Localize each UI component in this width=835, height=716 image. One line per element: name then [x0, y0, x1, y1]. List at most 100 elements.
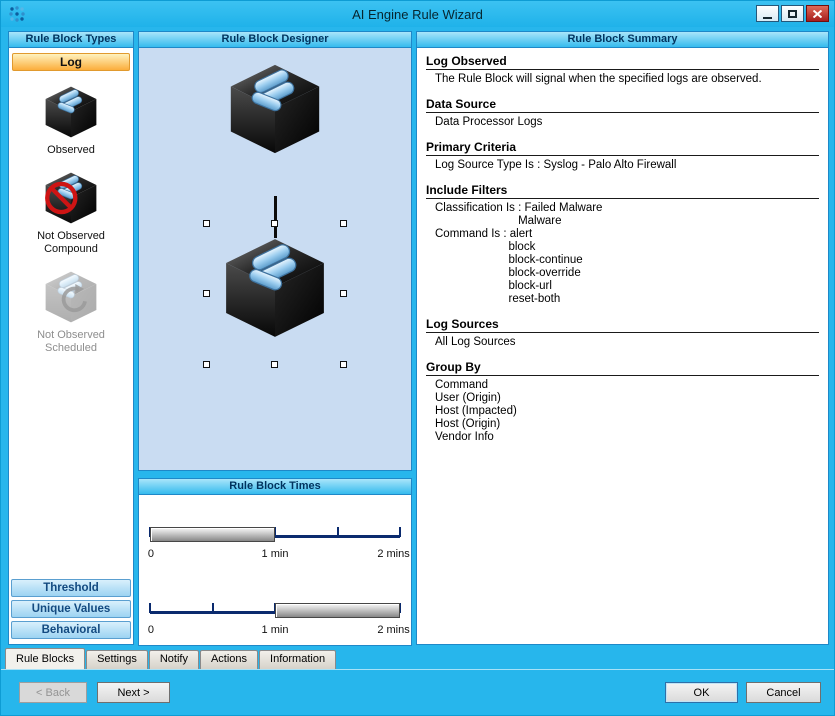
observed-cube-icon — [43, 85, 99, 139]
tab-baseline — [1, 669, 834, 670]
summary-section-group-by: Group By CommandUser (Origin)Host (Impac… — [426, 360, 819, 444]
slider-range-handle[interactable] — [275, 603, 400, 618]
slider-label: 2 mins — [377, 548, 409, 560]
rule-block-designer-header: Rule Block Designer — [139, 32, 411, 48]
summary-section-title: Data Source — [426, 97, 496, 111]
designer-canvas[interactable] — [139, 48, 411, 470]
summary-section-title: Include Filters — [426, 183, 507, 197]
cancel-button[interactable]: Cancel — [746, 682, 821, 703]
summary-section-title: Log Observed — [426, 54, 507, 68]
summary-section-lines: CommandUser (Origin)Host (Impacted)Host … — [426, 376, 819, 444]
designer-cube-observed[interactable] — [227, 62, 323, 156]
tab-information[interactable]: Information — [259, 650, 336, 669]
summary-section-lines: Classification Is : Failed Malware Malwa… — [426, 199, 819, 306]
rule-type-label: Observed — [25, 144, 117, 157]
minimize-button[interactable] — [756, 5, 779, 22]
summary-line: Log Source Type Is : Syslog - Palo Alto … — [435, 159, 819, 172]
summary-section-title: Primary Criteria — [426, 140, 516, 154]
rule-block-times-panel: Rule Block Times 0 1 min 2 mins 0 1 min … — [138, 478, 412, 646]
behavioral-category-button[interactable]: Behavioral — [11, 621, 131, 639]
selection-handle[interactable] — [340, 361, 347, 368]
close-icon — [813, 10, 822, 18]
rule-block-types-header: Rule Block Types — [9, 32, 133, 48]
window-controls — [756, 5, 829, 22]
rule-type-not-observed-compound[interactable]: Not Observed Compound — [25, 171, 117, 256]
slider-label: 0 — [148, 548, 154, 560]
minimize-icon — [763, 17, 772, 19]
selection-handle[interactable] — [203, 290, 210, 297]
not-observed-cube-icon — [43, 171, 99, 225]
slider-label: 0 — [148, 624, 154, 636]
summary-section-lines: All Log Sources — [426, 333, 819, 349]
summary-line: Command — [435, 379, 819, 392]
selection-handle[interactable] — [203, 361, 210, 368]
threshold-category-button[interactable]: Threshold — [11, 579, 131, 597]
tab-actions[interactable]: Actions — [200, 650, 258, 669]
summary-line: All Log Sources — [435, 336, 819, 349]
summary-section-include-filters: Include Filters Classification Is : Fail… — [426, 183, 819, 306]
ok-button[interactable]: OK — [665, 682, 738, 703]
tab-notify[interactable]: Notify — [149, 650, 199, 669]
summary-line: User (Origin) — [435, 392, 819, 405]
time-slider-1[interactable]: 0 1 min 2 mins — [150, 519, 400, 567]
rule-block-summary-header: Rule Block Summary — [417, 32, 828, 48]
summary-line: Data Processor Logs — [435, 116, 819, 129]
rule-block-types-body: Log Observed Not Observed Compound — [9, 48, 133, 644]
slider-range-handle[interactable] — [150, 527, 275, 542]
time-slider-2[interactable]: 0 1 min 2 mins — [150, 595, 400, 643]
titlebar[interactable]: AI Engine Rule Wizard — [1, 1, 834, 27]
summary-section-title: Group By — [426, 360, 481, 374]
tab-bar: Rule Blocks Settings Notify Actions Info… — [5, 648, 337, 669]
selection-handle[interactable] — [340, 220, 347, 227]
rule-type-label: Not Observed Compound — [25, 230, 117, 256]
summary-line: Host (Origin) — [435, 418, 819, 431]
summary-body: Log Observed The Rule Block will signal … — [417, 48, 828, 461]
ai-engine-rule-wizard-window: AI Engine Rule Wizard Rule Block Types L… — [0, 0, 835, 716]
selection-handle[interactable] — [271, 220, 278, 227]
slider-label: 1 min — [262, 548, 289, 560]
unique-values-category-button[interactable]: Unique Values — [11, 600, 131, 618]
summary-section-title: Log Sources — [426, 317, 499, 331]
rule-block-designer-panel: Rule Block Designer — [138, 31, 412, 471]
back-button[interactable]: < Back — [19, 682, 87, 703]
summary-line: Malware — [435, 215, 819, 228]
summary-line: The Rule Block will signal when the spec… — [435, 73, 819, 86]
maximize-icon — [788, 10, 797, 18]
summary-line: block-override — [435, 267, 819, 280]
slider-label: 2 mins — [377, 624, 409, 636]
summary-line: block-continue — [435, 254, 819, 267]
summary-line: Vendor Info — [435, 431, 819, 444]
selection-box — [207, 224, 343, 364]
rule-block-summary-panel: Rule Block Summary Log Observed The Rule… — [416, 31, 829, 645]
selection-handle[interactable] — [340, 290, 347, 297]
scheduled-cube-icon — [43, 270, 99, 324]
rule-block-times-header: Rule Block Times — [139, 479, 411, 495]
tab-settings[interactable]: Settings — [86, 650, 148, 669]
tab-rule-blocks[interactable]: Rule Blocks — [5, 648, 85, 669]
close-button[interactable] — [806, 5, 829, 22]
summary-line: Command Is : alert — [435, 228, 819, 241]
summary-section-data-source: Data Source Data Processor Logs — [426, 97, 819, 129]
log-category-button[interactable]: Log — [12, 53, 130, 71]
maximize-button[interactable] — [781, 5, 804, 22]
rule-block-types-panel: Rule Block Types Log Observed Not Observ… — [8, 31, 134, 645]
summary-section-lines: Log Source Type Is : Syslog - Palo Alto … — [426, 156, 819, 172]
summary-section-lines: The Rule Block will signal when the spec… — [426, 70, 819, 86]
tick-mark — [337, 527, 339, 537]
summary-section-log-observed: Log Observed The Rule Block will signal … — [426, 54, 819, 86]
rule-type-label: Not Observed Scheduled — [25, 329, 117, 355]
summary-section-log-sources: Log Sources All Log Sources — [426, 317, 819, 349]
tick-mark — [149, 603, 151, 613]
selection-handle[interactable] — [203, 220, 210, 227]
slider-label: 1 min — [262, 624, 289, 636]
tick-mark — [399, 527, 401, 537]
rule-type-observed[interactable]: Observed — [25, 85, 117, 157]
summary-line: block-url — [435, 280, 819, 293]
window-title: AI Engine Rule Wizard — [1, 7, 834, 22]
summary-line: Classification Is : Failed Malware — [435, 202, 819, 215]
summary-section-lines: Data Processor Logs — [426, 113, 819, 129]
rule-type-not-observed-scheduled[interactable]: Not Observed Scheduled — [25, 270, 117, 355]
summary-section-primary-criteria: Primary Criteria Log Source Type Is : Sy… — [426, 140, 819, 172]
next-button[interactable]: Next > — [97, 682, 170, 703]
selection-handle[interactable] — [271, 361, 278, 368]
